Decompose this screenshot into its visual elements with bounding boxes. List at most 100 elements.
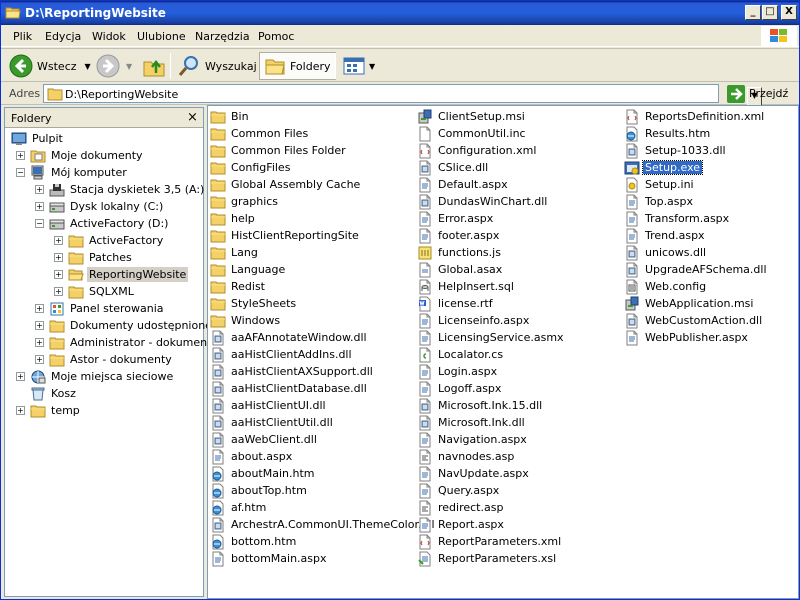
file-item[interactable]: NavUpdate.aspx — [417, 465, 531, 482]
expand-toggle[interactable]: + — [16, 151, 25, 160]
file-item[interactable]: redirect.asp — [417, 499, 505, 516]
go-button[interactable]: Przejdź — [727, 84, 788, 103]
file-item[interactable]: Microsoft.Ink.15.dll — [417, 397, 544, 414]
file-item[interactable]: aaHistClientUtil.dll — [210, 414, 335, 431]
tree-item[interactable]: Stacja dyskietek 3,5 (A:) — [49, 181, 206, 198]
tree-item[interactable]: SQLXML — [68, 283, 136, 300]
file-item[interactable]: Global.asax — [417, 261, 504, 278]
file-item[interactable]: footer.aspx — [417, 227, 501, 244]
expand-toggle[interactable]: + — [35, 338, 44, 347]
file-item[interactable]: aaHistClientUI.dll — [210, 397, 328, 414]
minimize-button[interactable]: _ — [745, 5, 761, 20]
file-item[interactable]: Logoff.aspx — [417, 380, 503, 397]
title-bar[interactable]: D:\ReportingWebsite _ □ X — [1, 1, 799, 25]
file-item[interactable]: Common Files Folder — [210, 142, 348, 159]
file-item[interactable]: Top.aspx — [624, 193, 695, 210]
file-item[interactable]: HistClientReportingSite — [210, 227, 361, 244]
file-item[interactable]: af.htm — [210, 499, 268, 516]
file-item[interactable]: Web.config — [624, 278, 708, 295]
file-item[interactable]: aaHistClientAddIns.dll — [210, 346, 354, 363]
tree-item[interactable]: Dokumenty udostępnione — [49, 317, 214, 334]
tree-item[interactable]: Administrator - dokumenty — [49, 334, 220, 351]
expand-toggle[interactable]: + — [54, 253, 63, 262]
search-button[interactable]: Wyszukaj — [177, 52, 257, 80]
menu-view[interactable]: Widok — [92, 30, 126, 43]
file-item[interactable]: Lang — [210, 244, 260, 261]
tree-item[interactable]: Mój komputer — [30, 164, 129, 181]
file-item[interactable]: about.aspx — [210, 448, 294, 465]
file-item[interactable]: bottom.htm — [210, 533, 298, 550]
file-item[interactable]: Localator.cs — [417, 346, 505, 363]
file-item[interactable]: aaAFAnnotateWindow.dll — [210, 329, 369, 346]
file-item[interactable]: WebApplication.msi — [624, 295, 755, 312]
menu-tools[interactable]: Narzędzia — [195, 30, 250, 43]
file-item[interactable]: ReportsDefinition.xml — [624, 108, 766, 125]
back-button[interactable]: Wstecz ▼ — [9, 52, 91, 80]
expand-toggle[interactable]: + — [54, 270, 63, 279]
menu-help[interactable]: Pomoc — [258, 30, 294, 43]
file-item[interactable]: Navigation.aspx — [417, 431, 529, 448]
file-item[interactable]: WebCustomAction.dll — [624, 312, 764, 329]
file-item[interactable]: Setup.exe — [624, 159, 704, 176]
views-button[interactable]: ▼ — [342, 52, 375, 80]
menu-favorites[interactable]: Ulubione — [137, 30, 186, 43]
file-item[interactable]: LicensingService.asmx — [417, 329, 566, 346]
file-item[interactable]: graphics — [210, 193, 280, 210]
file-item[interactable]: Licenseinfo.aspx — [417, 312, 531, 329]
file-item[interactable]: CommonUtil.inc — [417, 125, 528, 142]
file-item[interactable]: unicows.dll — [624, 244, 708, 261]
expand-toggle[interactable]: + — [16, 406, 25, 415]
file-item[interactable]: WebPublisher.aspx — [624, 329, 750, 346]
file-item[interactable]: Login.aspx — [417, 363, 499, 380]
file-item[interactable]: Microsoft.Ink.dll — [417, 414, 527, 431]
back-dropdown-icon[interactable]: ▼ — [85, 62, 91, 71]
close-pane-icon[interactable]: × — [187, 110, 198, 125]
file-item[interactable]: Query.aspx — [417, 482, 501, 499]
tree-item[interactable]: Dysk lokalny (C:) — [49, 198, 165, 215]
file-item[interactable]: CSlice.dll — [417, 159, 490, 176]
file-item[interactable]: Redist — [210, 278, 267, 295]
file-item[interactable]: DundasWinChart.dll — [417, 193, 549, 210]
file-item[interactable]: ClientSetup.msi — [417, 108, 527, 125]
forward-dropdown-icon[interactable]: ▼ — [126, 62, 132, 71]
file-item[interactable]: ReportParameters.xsl — [417, 550, 558, 567]
file-item[interactable]: Report.aspx — [417, 516, 506, 533]
file-item[interactable]: Bin — [210, 108, 251, 125]
expand-toggle[interactable]: + — [35, 355, 44, 364]
file-item[interactable]: Results.htm — [624, 125, 712, 142]
expand-toggle[interactable]: + — [54, 287, 63, 296]
file-item[interactable]: aboutMain.htm — [210, 465, 317, 482]
file-item[interactable]: Windows — [210, 312, 282, 329]
expand-toggle[interactable]: + — [54, 236, 63, 245]
file-item[interactable]: aaHistClientDatabase.dll — [210, 380, 369, 397]
tree-item[interactable]: ReportingWebsite — [68, 266, 189, 283]
file-item[interactable]: Setup-1033.dll — [624, 142, 728, 159]
file-item[interactable]: help — [210, 210, 257, 227]
forward-button[interactable]: ▼ — [96, 52, 132, 80]
menu-file[interactable]: Plik — [13, 30, 32, 43]
tree-item[interactable]: temp — [30, 402, 82, 419]
file-item[interactable]: Global Assembly Cache — [210, 176, 362, 193]
tree-item[interactable]: Pulpit — [11, 130, 65, 147]
tree-item[interactable]: Astor - dokumenty — [49, 351, 174, 368]
file-item[interactable]: aboutTop.htm — [210, 482, 309, 499]
collapse-toggle[interactable]: − — [16, 168, 25, 177]
file-item[interactable]: StyleSheets — [210, 295, 298, 312]
up-folder-button[interactable] — [142, 52, 166, 80]
file-item[interactable]: ArchestrA.CommonUI.ThemeColor.dll — [210, 516, 437, 533]
expand-toggle[interactable]: + — [16, 372, 25, 381]
tree-item[interactable]: Moje dokumenty — [30, 147, 145, 164]
file-item[interactable]: functions.js — [417, 244, 503, 261]
views-dropdown-icon[interactable]: ▼ — [369, 62, 375, 71]
file-item[interactable]: Default.aspx — [417, 176, 510, 193]
collapse-toggle[interactable]: − — [35, 219, 44, 228]
tree-item[interactable]: Kosz — [30, 385, 78, 402]
file-item[interactable]: aaWebClient.dll — [210, 431, 319, 448]
file-item[interactable]: Language — [210, 261, 287, 278]
file-item[interactable]: ReportParameters.xml — [417, 533, 563, 550]
tree-item[interactable]: ActiveFactory (D:) — [49, 215, 170, 232]
file-item[interactable]: UpgradeAFSchema.dll — [624, 261, 769, 278]
maximize-button[interactable]: □ — [762, 5, 778, 20]
folders-button[interactable]: Foldery — [259, 52, 336, 80]
file-item[interactable]: aaHistClientAXSupport.dll — [210, 363, 375, 380]
